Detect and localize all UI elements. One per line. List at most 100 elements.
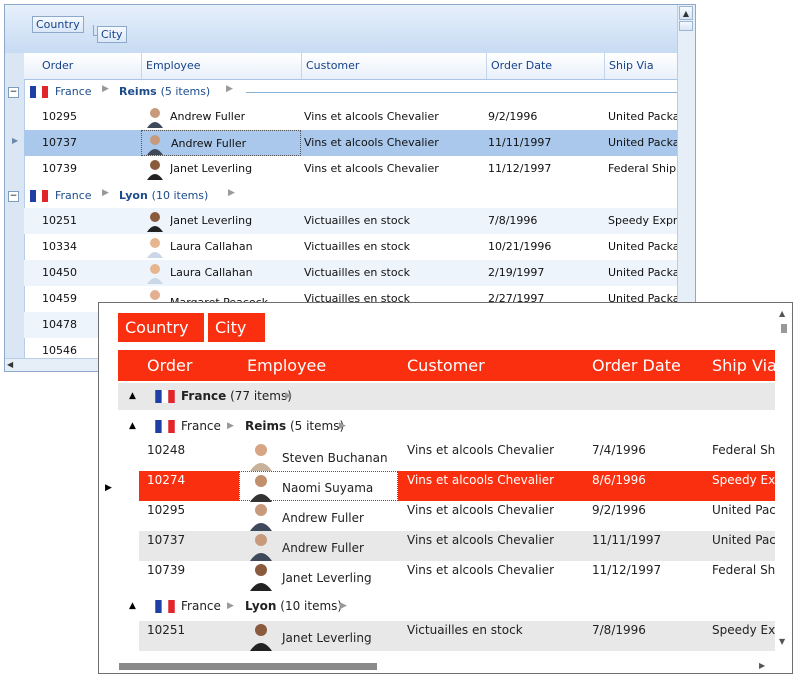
table-row[interactable]: 10248 Steven Buchanan Vins et alcools Ch… <box>139 441 776 471</box>
group-country-label: France <box>55 189 92 202</box>
scroll-thumb[interactable] <box>119 663 377 670</box>
cell-employee: Steven Buchanan <box>282 451 388 465</box>
cell-order: 10739 <box>42 162 77 175</box>
chevron-right-icon: ▶ <box>226 84 233 94</box>
cell-employee: Janet Leverling <box>282 571 372 585</box>
column-header-employee[interactable]: Employee <box>247 350 326 381</box>
cell-order-date: 2/19/1997 <box>488 266 545 279</box>
group-row-lyon[interactable]: − France ▶ Lyon (10 items) ▶ <box>8 184 678 208</box>
vertical-scrollbar[interactable]: ▲ ▼ <box>775 303 792 673</box>
cell-employee-container: Janet Leverling <box>239 621 398 651</box>
column-header-employee[interactable]: Employee <box>141 53 301 79</box>
group-row-france[interactable]: ▲ France (77 items) ▶ <box>118 383 775 410</box>
table-row[interactable]: 10295 Andrew Fuller Vins et alcools Chev… <box>24 104 684 130</box>
group-chip-city[interactable]: City <box>97 26 127 43</box>
chevron-right-icon: ▶ <box>227 601 234 611</box>
cell-order: 10334 <box>42 240 77 253</box>
cell-order-date: 11/12/1997 <box>592 563 662 577</box>
front-grid-window: Country City Order Employee Customer Ord… <box>98 302 793 674</box>
group-row-lyon[interactable]: ▲ France ▶ Lyon (10 items) ▶ <box>118 593 775 620</box>
scroll-thumb[interactable] <box>781 324 787 333</box>
france-flag-icon <box>155 600 175 613</box>
column-header-order-date[interactable]: Order Date <box>592 350 681 381</box>
cell-employee: Andrew Fuller <box>282 541 364 555</box>
table-row[interactable]: 10251 Janet Leverling Victuailles en sto… <box>24 208 684 234</box>
cell-customer: Victuailles en stock <box>304 266 411 279</box>
cell-order: 10295 <box>147 503 186 517</box>
employee-avatar-icon <box>250 504 272 531</box>
collapse-arrow-icon[interactable]: ▲ <box>129 601 136 611</box>
cell-order-date: 11/12/1997 <box>488 162 552 175</box>
cell-customer: Victuailles en stock <box>407 623 523 637</box>
employee-avatar-icon <box>147 264 163 284</box>
table-row[interactable]: 10739 Janet Leverling Vins et alcools Ch… <box>24 156 684 182</box>
cell-customer: Vins et alcools Chevalier <box>407 473 555 487</box>
group-city-label: Lyon (10 items) <box>245 599 343 613</box>
chevron-right-icon: ▶ <box>102 188 109 198</box>
horizontal-scrollbar[interactable]: ▶ <box>99 659 775 673</box>
cell-order: 10739 <box>147 563 186 577</box>
group-row-reims[interactable]: − France ▶ Reims (5 items) ▶ <box>8 80 678 104</box>
cell-order: 10450 <box>42 266 77 279</box>
current-row-indicator-icon: ▶ <box>12 136 19 145</box>
scroll-left-arrow-icon[interactable]: ◀ <box>7 359 13 371</box>
group-chip-city[interactable]: City <box>208 313 265 342</box>
cell-order: 10459 <box>42 292 77 305</box>
cell-order-date: 11/11/1997 <box>592 533 662 547</box>
column-header-customer[interactable]: Customer <box>301 53 486 79</box>
table-row[interactable]: 10295 Andrew Fuller Vins et alcools Chev… <box>139 501 776 531</box>
cell-ship-via: United Package <box>608 240 684 253</box>
group-row-reims[interactable]: ▲ France ▶ Reims (5 items) ▶ <box>118 413 775 440</box>
collapse-arrow-icon[interactable]: ▲ <box>129 391 136 401</box>
chevron-right-icon: ▶ <box>227 421 234 431</box>
column-header-order[interactable]: Order <box>147 350 192 381</box>
cell-employee: Andrew Fuller <box>282 511 364 525</box>
cell-employee-container: Andrew Fuller <box>239 531 398 561</box>
column-header-ship-via[interactable]: Ship Via <box>712 350 777 381</box>
employee-avatar-icon <box>147 212 163 232</box>
group-chip-country[interactable]: Country <box>118 313 204 342</box>
column-header-ship-via[interactable]: Ship Via <box>604 53 684 79</box>
cell-customer: Vins et alcools Chevalier <box>304 136 439 149</box>
cell-employee-focused[interactable]: Naomi Suyama <box>239 471 398 502</box>
row-indicator-column <box>5 53 25 359</box>
table-row[interactable]: 10334 Laura Callahan Victuailles en stoc… <box>24 234 684 260</box>
cell-employee-focused[interactable]: Andrew Fuller <box>141 130 301 156</box>
table-row[interactable]: 10737 Andrew Fuller Vins et alcools Chev… <box>139 531 776 561</box>
cell-customer: Vins et alcools Chevalier <box>407 563 555 577</box>
cell-employee: Laura Callahan <box>170 240 253 253</box>
cell-employee-container: Steven Buchanan <box>239 441 398 471</box>
group-country-label: France <box>55 85 92 98</box>
employee-avatar-icon <box>250 534 272 561</box>
employee-avatar-icon <box>147 160 163 180</box>
collapse-toggle-icon[interactable]: − <box>8 191 19 202</box>
table-row-selected[interactable]: 10274 Naomi Suyama Vins et alcools Cheva… <box>139 471 776 502</box>
current-row-indicator-icon: ▶ <box>105 483 112 493</box>
column-header-order-date[interactable]: Order Date <box>486 53 604 79</box>
france-flag-icon <box>155 420 175 433</box>
column-header-order[interactable]: Order <box>24 53 141 79</box>
table-row[interactable]: 10450 Laura Callahan Victuailles en stoc… <box>24 260 684 286</box>
column-header-customer[interactable]: Customer <box>407 350 485 381</box>
cell-order: 10478 <box>42 318 77 331</box>
scroll-down-arrow-icon[interactable]: ▼ <box>779 637 785 646</box>
cell-ship-via: Federal Shipping <box>712 563 776 577</box>
cell-order-date: 8/6/1996 <box>592 473 646 487</box>
group-city-label: Lyon (10 items) <box>119 189 209 202</box>
scroll-up-arrow-icon[interactable]: ▲ <box>679 6 693 20</box>
cell-order: 10251 <box>42 214 77 227</box>
cell-order-date: 7/8/1996 <box>592 623 646 637</box>
scroll-up-arrow-icon[interactable]: ▲ <box>779 309 785 318</box>
table-row-selected[interactable]: 10737 Andrew Fuller Vins et alcools Chev… <box>24 130 684 156</box>
collapse-arrow-icon[interactable]: ▲ <box>129 421 136 431</box>
chevron-right-icon: ▶ <box>340 601 347 611</box>
collapse-toggle-icon[interactable]: − <box>8 87 19 98</box>
scroll-thumb[interactable] <box>679 21 693 31</box>
table-row[interactable]: 10739 Janet Leverling Vins et alcools Ch… <box>139 561 776 591</box>
cell-order-date: 10/21/1996 <box>488 240 552 253</box>
cell-order: 10248 <box>147 443 186 457</box>
table-row[interactable]: 10251 Janet Leverling Victuailles en sto… <box>139 621 776 651</box>
group-by-panel: Country City <box>5 5 678 54</box>
scroll-right-arrow-icon[interactable]: ▶ <box>759 661 765 670</box>
group-chip-country[interactable]: Country <box>32 16 84 33</box>
